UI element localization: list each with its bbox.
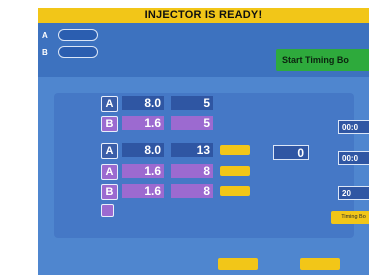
flow-field[interactable]: 8.0	[122, 96, 164, 110]
phase-row: A 1.6 8	[38, 164, 369, 181]
side-selector[interactable]: B	[101, 116, 118, 132]
injector-a-label: A	[42, 30, 48, 40]
injector-b-label: B	[42, 47, 48, 57]
phase-row: A 8.0 13	[38, 143, 369, 160]
side-selector[interactable]: A	[101, 164, 118, 180]
side-selector[interactable]	[101, 204, 114, 217]
injector-b-status-pill[interactable]	[58, 46, 98, 58]
bottom-button-right[interactable]	[300, 258, 340, 270]
bottom-button-left[interactable]	[218, 258, 258, 270]
phase-row: B 1.6 5	[38, 116, 369, 133]
injector-a-row: A	[42, 29, 98, 41]
right-box1-field[interactable]: 00:0	[338, 120, 369, 134]
phase-option-button[interactable]	[220, 166, 250, 176]
start-timing-button[interactable]: Start Timing Bo	[276, 49, 369, 71]
flow-field[interactable]: 8.0	[122, 143, 164, 157]
volume-field[interactable]: 5	[171, 116, 213, 130]
volume-field[interactable]: 8	[171, 184, 213, 198]
right-box3-field[interactable]: 20	[338, 186, 369, 200]
right-box2-field[interactable]: 00:0	[338, 151, 369, 165]
volume-field[interactable]: 5	[171, 96, 213, 110]
phase-row	[38, 204, 369, 221]
injector-b-row: B	[42, 46, 98, 58]
phase-option-button[interactable]	[220, 145, 250, 155]
phase-option-button[interactable]	[220, 186, 250, 196]
timing-button[interactable]: Timing Bo	[331, 211, 369, 224]
protocol-info	[186, 48, 256, 53]
flow-field[interactable]: 1.6	[122, 116, 164, 130]
phase-row: B 1.6 8	[38, 184, 369, 201]
status-banner: INJECTOR IS READY!	[38, 8, 369, 23]
side-selector[interactable]: A	[101, 143, 118, 159]
pause-field[interactable]: 0	[273, 145, 309, 160]
top-bar: A B Start Timing Bo	[38, 23, 369, 77]
side-selector[interactable]: A	[101, 96, 118, 112]
phase-row: A 8.0 5	[38, 96, 369, 113]
volume-field[interactable]: 13	[171, 143, 213, 157]
injector-screen: INJECTOR IS READY! A B Start Timing Bo A…	[38, 8, 369, 275]
injector-a-status-pill[interactable]	[58, 29, 98, 41]
volume-field[interactable]: 8	[171, 164, 213, 178]
side-selector[interactable]: B	[101, 184, 118, 200]
flow-field[interactable]: 1.6	[122, 164, 164, 178]
flow-field[interactable]: 1.6	[122, 184, 164, 198]
